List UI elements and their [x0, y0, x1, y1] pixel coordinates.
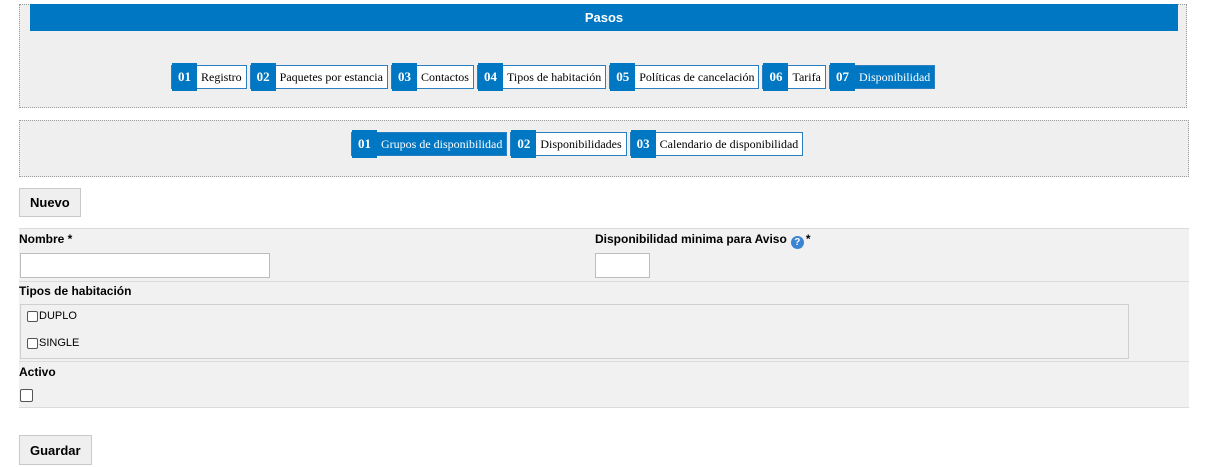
nombre-input[interactable]	[20, 253, 270, 278]
disponibilidad-minima-label: Disponibilidad minima para Aviso? *	[595, 232, 810, 249]
tab-label: Calendario de disponibilidad	[659, 136, 799, 151]
tab-label: Disponibilidades	[540, 136, 622, 151]
step-number: 04	[477, 63, 503, 91]
tab-label: Tarifa	[792, 69, 821, 84]
activo-checkbox[interactable]	[20, 389, 33, 402]
checkbox-item-single: SINGLE	[27, 337, 79, 349]
tab-label: Tipos de habitación	[506, 69, 602, 84]
subtab-calendario-de-disponibilidad[interactable]: 03 Calendario de disponibilidad	[629, 130, 804, 158]
steps-title: Pasos	[30, 4, 1178, 31]
step-number: 07	[829, 63, 855, 91]
checkbox-label: DUPLO	[39, 310, 77, 322]
disponibilidad-minima-input[interactable]	[595, 253, 650, 278]
tab-label: Paquetes por estancia	[279, 69, 383, 84]
tab-disponibilidad[interactable]: 07 Disponibilidad	[828, 63, 936, 91]
step-number: 01	[172, 63, 197, 91]
checkbox-label: SINGLE	[39, 337, 80, 349]
save-button[interactable]: Guardar	[19, 435, 92, 465]
step-number: 03	[630, 130, 656, 158]
divider	[19, 361, 1189, 362]
tab-label: Disponibilidad	[858, 69, 931, 84]
divider	[19, 407, 1189, 408]
step-number: 06	[763, 63, 789, 91]
new-button[interactable]: Nuevo	[19, 188, 81, 217]
divider	[19, 228, 1189, 229]
tab-registro[interactable]: 01 Registro	[171, 63, 247, 91]
single-checkbox[interactable]	[27, 337, 38, 349]
duplo-checkbox[interactable]	[27, 310, 38, 322]
tab-paquetes-por-estancia[interactable]: 02 Paquetes por estancia	[249, 63, 388, 91]
step-number: 02	[250, 63, 276, 91]
nombre-label: Nombre *	[19, 232, 73, 246]
step-number: 05	[610, 63, 636, 91]
disponibilidad-minima-text: Disponibilidad minima para Aviso	[595, 232, 787, 246]
tipos-de-habitacion-label: Tipos de habitación	[19, 284, 132, 298]
step-number: 03	[391, 63, 417, 91]
tab-tipos-de-habitacion[interactable]: 04 Tipos de habitación	[476, 63, 607, 91]
tab-label: Políticas de cancelación	[639, 69, 755, 84]
step-number: 02	[511, 130, 537, 158]
checkbox-item-duplo: DUPLO	[27, 310, 77, 322]
activo-label: Activo	[19, 365, 56, 379]
tab-label: Registro	[201, 69, 242, 84]
step-number: 01	[352, 130, 377, 158]
tab-label: Contactos	[420, 69, 469, 84]
subtabs: 01 Grupos de disponibilidad 02 Disponibi…	[351, 130, 804, 158]
steps-tabs: 01 Registro 02 Paquetes por estancia 03 …	[171, 63, 936, 91]
divider	[19, 281, 1189, 282]
subtab-disponibilidades[interactable]: 02 Disponibilidades	[510, 130, 627, 158]
question-circle-icon[interactable]: ?	[790, 236, 804, 249]
subtab-grupos-de-disponibilidad[interactable]: 01 Grupos de disponibilidad	[351, 130, 508, 158]
tab-politicas-de-cancelacion[interactable]: 05 Políticas de cancelación	[609, 63, 760, 91]
tab-tarifa[interactable]: 06 Tarifa	[762, 63, 826, 91]
tab-label: Grupos de disponibilidad	[381, 136, 503, 151]
required-mark: *	[805, 232, 811, 246]
tab-contactos[interactable]: 03 Contactos	[390, 63, 474, 91]
tipos-checkbox-list: DUPLO SINGLE	[20, 304, 1129, 359]
